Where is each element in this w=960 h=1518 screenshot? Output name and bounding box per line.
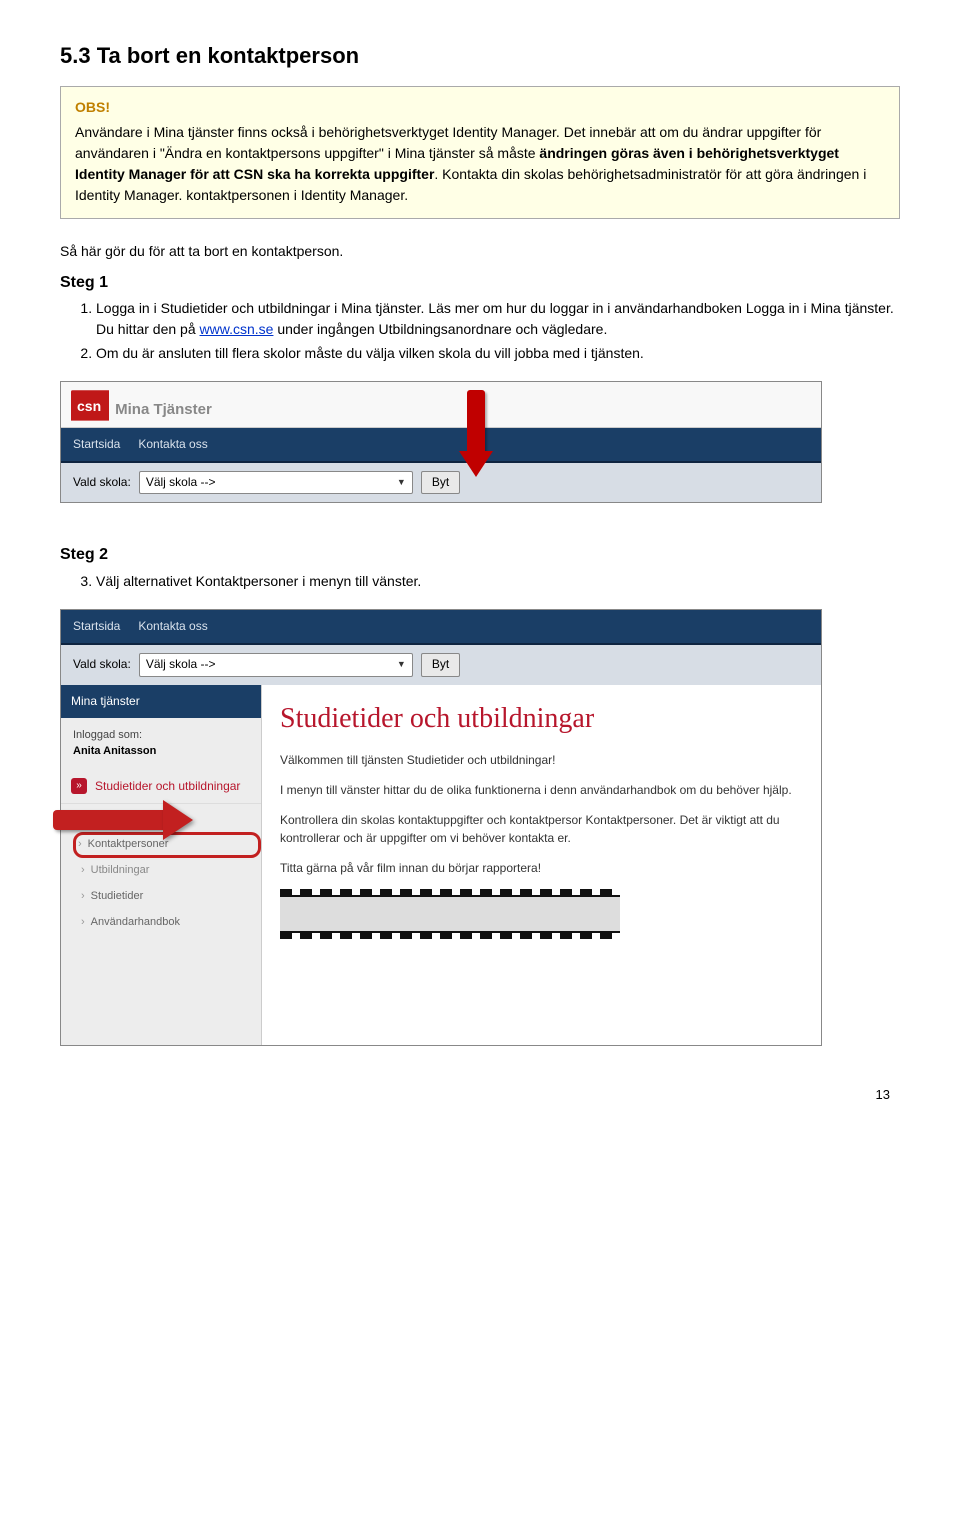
step1-item-1: Logga in i Studietider och utbildningar … (96, 298, 900, 339)
step1-list: Logga in i Studietider och utbildningar … (60, 298, 900, 363)
screenshot-1: csn Mina Tjänster Startsida Kontakta oss… (60, 381, 822, 503)
ss2-skola-select[interactable]: Välj skola --> ▼ (139, 653, 413, 676)
ss2-navbar: Startsida Kontakta oss (61, 610, 821, 645)
ss2-login-block: Inloggad som: Anita Anitasson (61, 718, 261, 770)
chevron-right-icon: › (81, 889, 85, 905)
section-heading: 5.3 Ta bort en kontaktperson (60, 40, 900, 72)
obs-callout: OBS! Användare i Mina tjänster finns ock… (60, 86, 900, 219)
step1-item-2: Om du är ansluten till flera skolor måst… (96, 343, 900, 363)
double-chevron-icon: » (71, 778, 87, 794)
sidebar-sub-handbok[interactable]: › Användarhandbok (77, 910, 261, 936)
ss2-p1: Välkommen till tjänsten Studietider och … (280, 751, 803, 769)
ss2-skola-select-value: Välj skola --> (146, 656, 216, 673)
step2-title: Steg 2 (60, 543, 900, 566)
chevron-right-icon: › (81, 863, 85, 879)
step2-list: Välj alternativet Kontaktpersoner i meny… (60, 571, 900, 591)
sidebar-sub-handbok-label: Användarhandbok (91, 915, 180, 931)
red-arrow-right (53, 800, 193, 840)
ss2-page-title: Studietider och utbildningar (280, 699, 803, 740)
step1-item-1b: under ingången Utbildningsanordnare och … (273, 321, 607, 337)
ss2-nav-kontakta[interactable]: Kontakta oss (138, 618, 207, 635)
ss2-vald-label: Vald skola: (73, 656, 131, 673)
obs-title: OBS! (75, 97, 885, 118)
csn-logo-red: csn (71, 390, 109, 420)
ss2-body: Mina tjänster Inloggad som: Anita Anitas… (61, 685, 821, 1045)
nav-startsida[interactable]: Startsida (73, 436, 120, 453)
vald-skola-label: Vald skola: (73, 474, 131, 491)
ss2-sidebar: Mina tjänster Inloggad som: Anita Anitas… (61, 685, 262, 1045)
nav-kontakta[interactable]: Kontakta oss (138, 436, 207, 453)
film-strip-image (280, 889, 620, 939)
sidebar-sub-utbildningar[interactable]: › Utbildningar (77, 858, 261, 884)
ss2-logged-label: Inloggad som: (73, 729, 142, 741)
red-arrow-down (459, 390, 493, 477)
sidebar-sub-studietider-label: Studietider (91, 889, 144, 905)
ss2-byt-button[interactable]: Byt (421, 653, 460, 676)
chevron-down-icon: ▼ (397, 476, 406, 489)
ss2-p4: Titta gärna på vår film innan du börjar … (280, 859, 803, 877)
step1-title: Steg 1 (60, 271, 900, 294)
csn-header: csn Mina Tjänster (61, 382, 821, 427)
ss2-p3: Kontrollera din skolas kontaktuppgifter … (280, 811, 803, 847)
csn-navbar: Startsida Kontakta oss (61, 428, 821, 463)
byt-button[interactable]: Byt (421, 471, 460, 494)
step2-item-3: Välj alternativet Kontaktpersoner i meny… (96, 571, 900, 591)
chevron-right-icon: › (81, 915, 85, 931)
vald-skola-row: Vald skola: Välj skola --> ▼ Byt (61, 463, 821, 502)
ss2-content: Studietider och utbildningar Välkommen t… (262, 685, 821, 1045)
skola-select-value: Välj skola --> (146, 474, 216, 491)
sidebar-sub-studietider[interactable]: › Studietider (77, 884, 261, 910)
sidebar-sub-utbildningar-label: Utbildningar (91, 863, 150, 879)
intro-text: Så här gör du för att ta bort en kontakt… (60, 241, 900, 261)
page-number: 13 (60, 1086, 900, 1105)
screenshot-2: Startsida Kontakta oss Vald skola: Välj … (60, 609, 822, 1046)
ss2-sidebar-title: Mina tjänster (61, 685, 261, 718)
csn-logo-brand: Mina Tjänster (115, 399, 212, 421)
sidebar-item-studietider-label: Studietider och utbildningar (95, 778, 240, 795)
chevron-down-icon: ▼ (397, 658, 406, 671)
ss2-nav-startsida[interactable]: Startsida (73, 618, 120, 635)
ss2-vald-row: Vald skola: Välj skola --> ▼ Byt (61, 645, 821, 684)
ss2-logged-user: Anita Anitasson (73, 745, 156, 757)
csn-logo: csn Mina Tjänster (71, 390, 212, 420)
csn-link[interactable]: www.csn.se (200, 321, 274, 337)
obs-body: Användare i Mina tjänster finns också i … (75, 122, 885, 206)
skola-select[interactable]: Välj skola --> ▼ (139, 471, 413, 494)
ss2-p2: I menyn till vänster hittar du de olika … (280, 781, 803, 799)
